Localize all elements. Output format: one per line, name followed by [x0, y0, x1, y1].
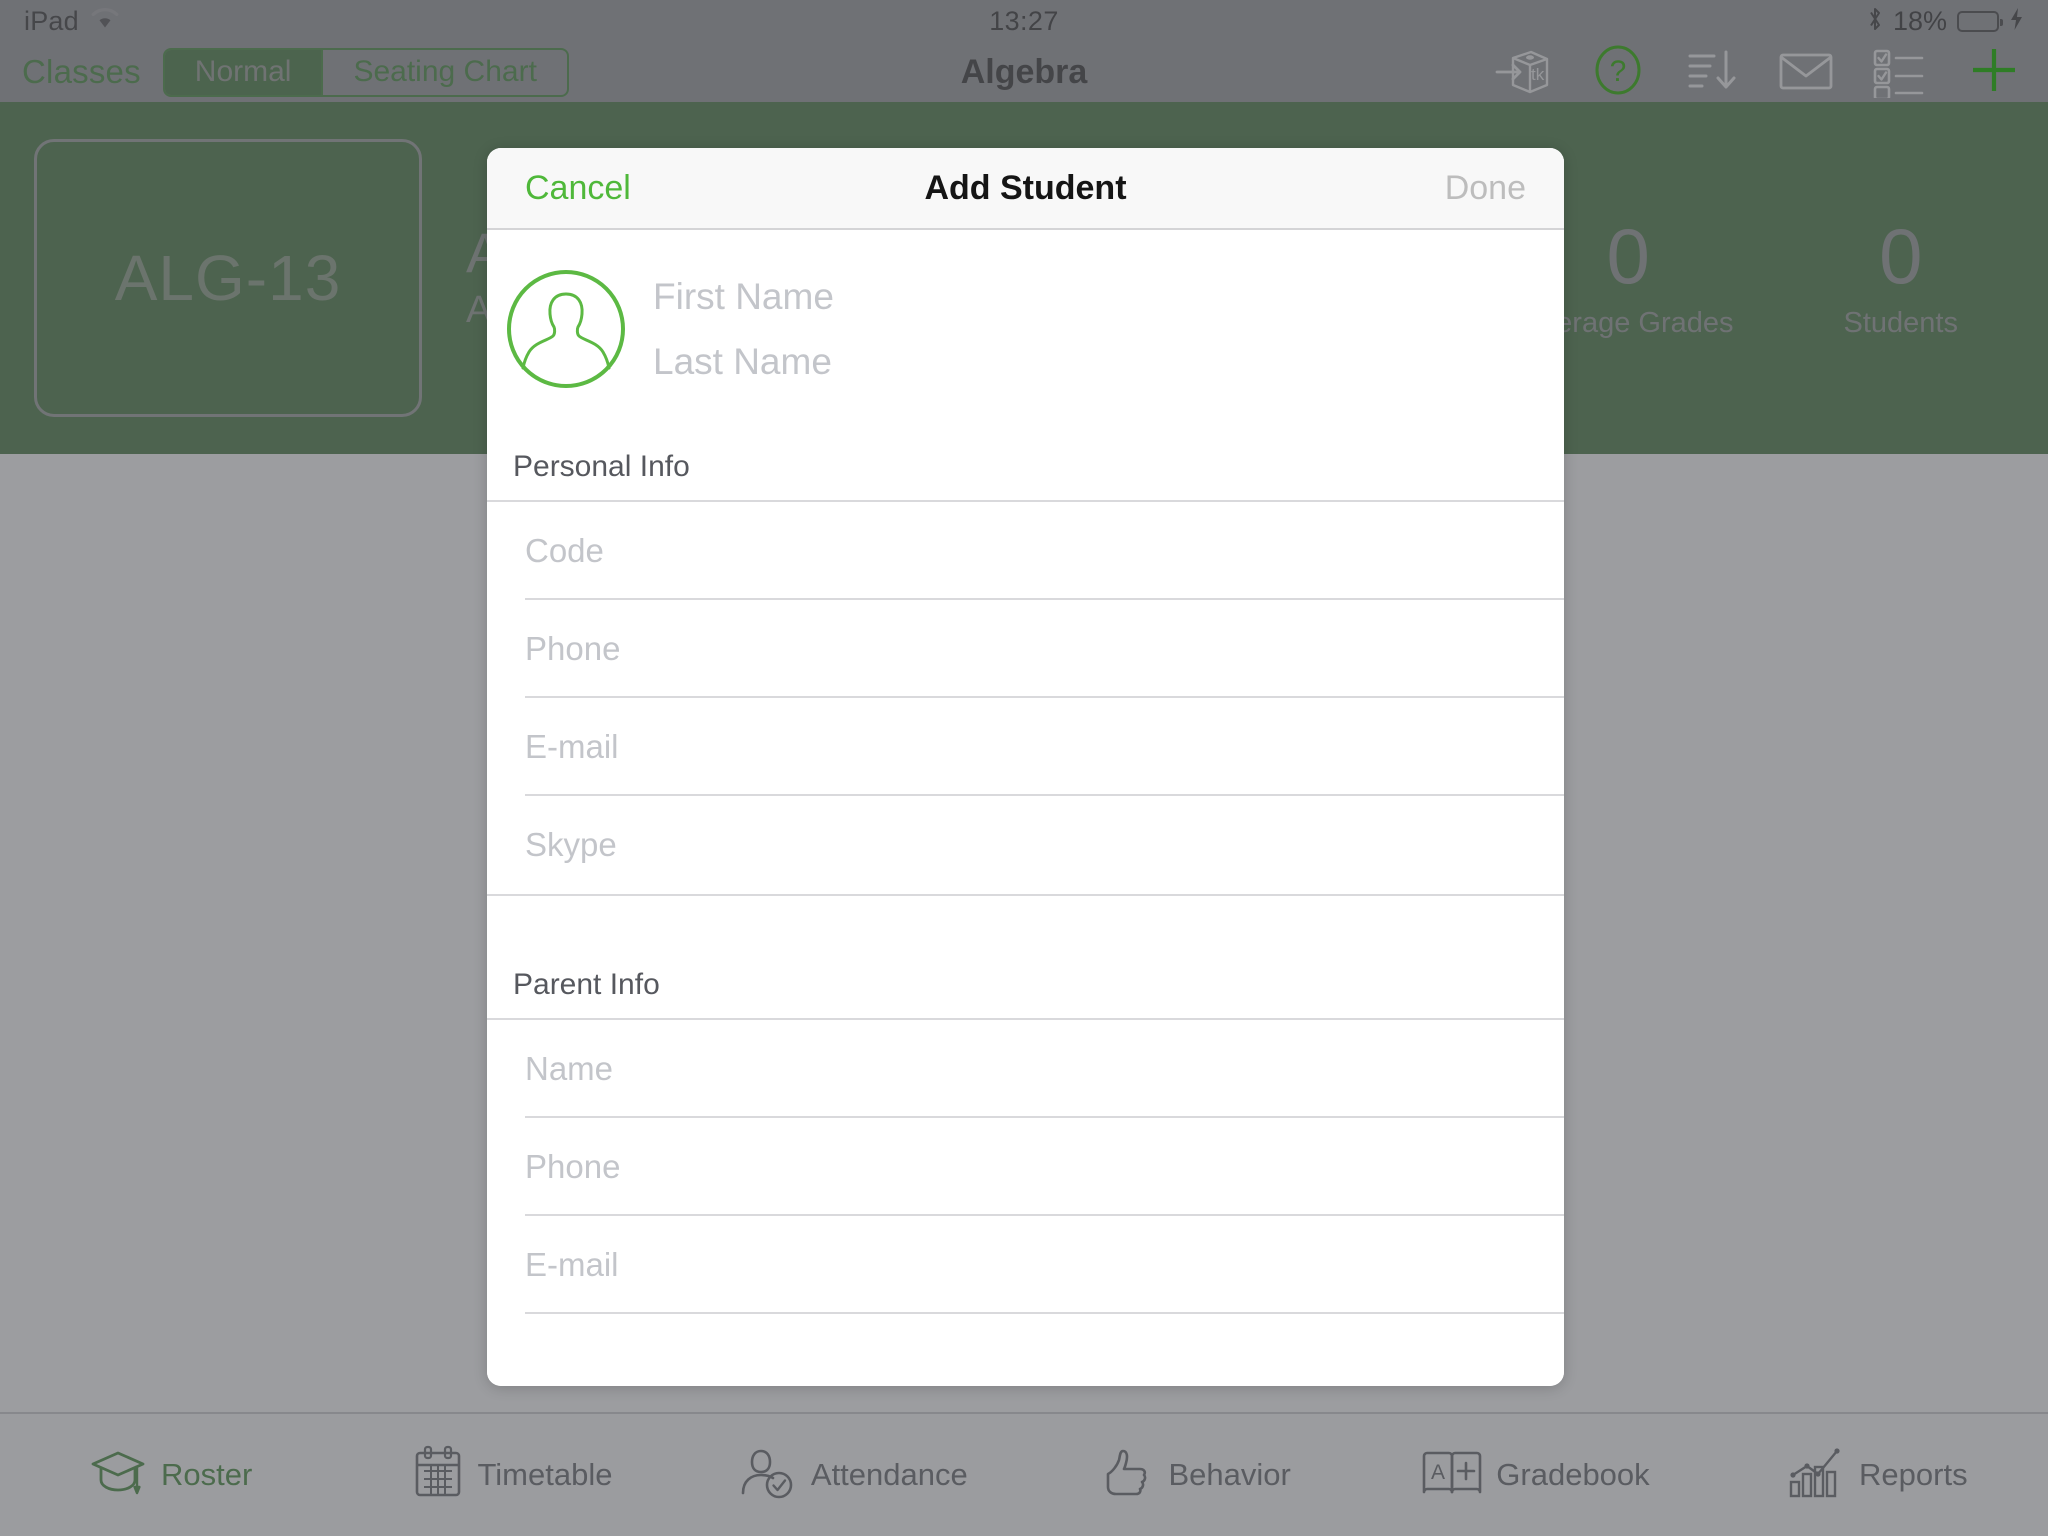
phone-input[interactable]: Phone	[487, 600, 1564, 698]
back-to-classes-button[interactable]: Classes	[22, 53, 141, 91]
bluetooth-icon	[1867, 6, 1883, 37]
section-title-parent-info: Parent Info	[513, 968, 660, 1001]
name-block: First Name Last Name	[487, 230, 1564, 424]
modal-header: Cancel Add Student Done	[487, 148, 1564, 230]
first-name-input[interactable]: First Name	[653, 278, 1524, 315]
stat-students: 0 Students	[1844, 217, 1958, 340]
name-fields: First Name Last Name	[653, 278, 1564, 380]
tab-roster[interactable]: Roster	[0, 1447, 341, 1504]
parent-email-input-placeholder: E-mail	[525, 1246, 619, 1283]
person-placeholder-icon	[505, 270, 627, 394]
done-button[interactable]: Done	[1445, 169, 1526, 208]
add-student-modal: Cancel Add Student Done First Name Last …	[487, 148, 1564, 1386]
device-name: iPad	[24, 5, 79, 36]
email-input[interactable]: E-mail	[487, 698, 1564, 796]
wifi-icon	[90, 7, 120, 35]
mail-button[interactable]	[1774, 40, 1838, 104]
tab-gradebook-label: Gradebook	[1496, 1457, 1650, 1492]
status-bar: iPad 13:27 18%	[0, 0, 2048, 42]
person-check-icon	[739, 1445, 797, 1506]
modal-title: Add Student	[924, 168, 1127, 207]
add-student-button[interactable]	[1962, 40, 2026, 104]
navigation-actions: tk ?	[1492, 40, 2026, 104]
parent-phone-input-placeholder: Phone	[525, 1148, 621, 1185]
plus-icon	[1965, 41, 2023, 104]
envelope-icon	[1776, 42, 1836, 103]
skype-input[interactable]: Skype	[487, 796, 1564, 894]
view-mode-segmented-control[interactable]: Normal Seating Chart	[162, 47, 569, 97]
book-a-plus-icon: A	[1422, 1446, 1482, 1505]
help-button[interactable]: ?	[1586, 40, 1650, 104]
question-mark-circle-icon: ?	[1590, 42, 1646, 103]
parent-email-input[interactable]: E-mail	[487, 1216, 1564, 1314]
bar-chart-icon	[1787, 1446, 1845, 1505]
battery-icon	[1957, 10, 2003, 32]
calendar-icon	[412, 1445, 464, 1506]
parent-phone-input[interactable]: Phone	[487, 1118, 1564, 1216]
svg-text:?: ?	[1610, 55, 1627, 88]
sort-descending-icon	[1684, 42, 1740, 103]
import-box-button[interactable]: tk	[1492, 40, 1556, 104]
email-input-placeholder: E-mail	[525, 728, 619, 765]
tab-attendance-label: Attendance	[810, 1457, 968, 1492]
import-box-icon: tk	[1493, 39, 1555, 106]
battery-percent: 18%	[1892, 5, 1947, 36]
tab-reports-label: Reports	[1859, 1457, 1968, 1492]
svg-text:tk: tk	[1531, 65, 1545, 84]
navigation-bar: Classes Normal Seating Chart Algebra tk	[0, 42, 2048, 102]
lightning-bolt-icon	[2009, 7, 2024, 36]
tab-timetable-label: Timetable	[477, 1457, 613, 1492]
class-code-label: ALG-13	[114, 242, 342, 314]
ipad-screen: iPad 13:27 18% Classes Normal Seating Ch…	[0, 0, 2048, 1536]
tab-roster-label: Roster	[161, 1457, 253, 1492]
tab-gradebook[interactable]: A Gradebook	[1365, 1446, 1706, 1505]
avatar-picker[interactable]	[505, 268, 627, 390]
segment-normal[interactable]: Normal	[164, 49, 322, 95]
thumbs-up-icon	[1098, 1446, 1154, 1505]
skype-input-placeholder: Skype	[525, 826, 617, 863]
tab-timetable[interactable]: Timetable	[341, 1445, 682, 1506]
graduation-cap-icon	[89, 1447, 147, 1504]
class-stats: 0 Average Grades 0 Students	[1523, 217, 2014, 340]
cancel-button[interactable]: Cancel	[525, 169, 631, 208]
code-input-placeholder: Code	[525, 532, 604, 569]
section-title-personal-info: Personal Info	[513, 450, 690, 483]
sort-button[interactable]	[1680, 40, 1744, 104]
class-thumbnail[interactable]: ALG-13	[34, 139, 422, 417]
students-label: Students	[1843, 306, 1958, 339]
tab-reports[interactable]: Reports	[1707, 1446, 2048, 1505]
bottom-tab-bar: Roster Timetable Attendance Behavior A G…	[0, 1412, 2048, 1536]
checklist-icon	[1870, 42, 1930, 103]
modal-body: First Name Last Name Personal Info Code …	[487, 230, 1564, 1386]
students-value: 0	[1879, 211, 1923, 300]
tab-behavior-label: Behavior	[1168, 1457, 1291, 1492]
phone-input-placeholder: Phone	[525, 630, 621, 667]
parent-name-input[interactable]: Name	[487, 1020, 1564, 1118]
checklist-button[interactable]	[1868, 40, 1932, 104]
parent-name-input-placeholder: Name	[525, 1050, 614, 1087]
code-input[interactable]: Code	[487, 502, 1564, 600]
status-bar-left: iPad	[24, 6, 120, 37]
segment-seating-chart[interactable]: Seating Chart	[321, 49, 566, 95]
tab-attendance[interactable]: Attendance	[683, 1445, 1024, 1506]
tab-behavior[interactable]: Behavior	[1024, 1446, 1365, 1505]
status-bar-center: 13:27	[0, 0, 2048, 42]
status-bar-right: 18%	[1867, 6, 2024, 37]
last-name-input[interactable]: Last Name	[653, 343, 1524, 380]
clock: 13:27	[989, 5, 1059, 36]
svg-text:A: A	[1431, 1461, 1445, 1484]
